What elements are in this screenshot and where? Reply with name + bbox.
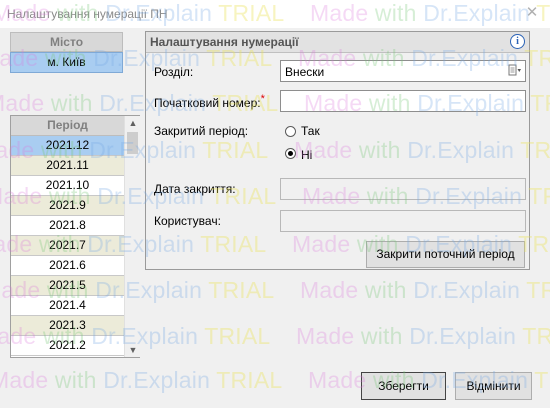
radio-yes[interactable] bbox=[285, 126, 296, 137]
period-row[interactable]: 2021.6 bbox=[11, 256, 124, 276]
period-row[interactable]: 2021.4 bbox=[11, 296, 124, 316]
watermark-word: Dr.Explain bbox=[409, 323, 517, 349]
watermark-word: TRIAL bbox=[202, 277, 275, 303]
user-field bbox=[280, 210, 526, 232]
watermark-word: TRIAL bbox=[526, 277, 550, 303]
section-select-value: Внески bbox=[285, 65, 325, 79]
window-title: Налаштування нумерації ПН bbox=[7, 7, 168, 21]
save-button[interactable]: Зберегти bbox=[361, 372, 446, 400]
period-row[interactable]: 2021.10 bbox=[11, 176, 124, 196]
watermark-word: with bbox=[44, 90, 100, 116]
start-number-label: Початковий номер:* bbox=[154, 93, 265, 110]
watermark-word: Made bbox=[300, 277, 359, 303]
city-row[interactable]: м. Київ bbox=[10, 52, 123, 73]
watermark-word: TRIAL bbox=[198, 323, 271, 349]
closed-period-label: Закритий період: bbox=[154, 124, 249, 138]
cancel-button[interactable]: Відмінити bbox=[455, 372, 532, 400]
panel-header: Налаштування нумерації i bbox=[146, 32, 529, 53]
city-column-header: Місто bbox=[10, 32, 123, 52]
user-label: Користувач: bbox=[154, 214, 221, 228]
watermark-word: TRIAL bbox=[522, 323, 550, 349]
period-row[interactable]: 2021.9 bbox=[11, 196, 124, 216]
period-column-header: Період bbox=[11, 116, 124, 136]
watermark-word: Dr.Explain bbox=[103, 367, 211, 393]
start-number-input[interactable] bbox=[280, 90, 526, 112]
period-list: 2021.12 2021.11 2021.10 2021.9 2021.8 2021.7 2… bbox=[11, 136, 124, 356]
scroll-up-icon[interactable]: ▲ bbox=[125, 116, 141, 130]
watermark-word: Made bbox=[0, 90, 45, 116]
watermark-word: with bbox=[48, 367, 104, 393]
period-scrollbar[interactable]: ▲ ▼ bbox=[124, 116, 140, 357]
watermark-word: with bbox=[358, 277, 414, 303]
close-current-period-button[interactable]: Закрити поточний період bbox=[366, 241, 525, 268]
period-row[interactable]: 2021.8 bbox=[11, 216, 124, 236]
section-label: Розділ: bbox=[154, 65, 194, 79]
radio-no-label: Ні bbox=[301, 148, 313, 162]
required-mark: * bbox=[260, 93, 265, 105]
period-row[interactable]: 2021.3 bbox=[11, 316, 124, 336]
info-icon[interactable]: i bbox=[510, 34, 525, 49]
panel-title: Налаштування нумерації bbox=[150, 35, 299, 49]
watermark-word: Made bbox=[0, 367, 49, 393]
start-number-label-text: Початковий номер: bbox=[154, 96, 261, 110]
dropdown-icon[interactable] bbox=[507, 64, 523, 78]
title-bar: Налаштування нумерації ПН ✕ bbox=[0, 0, 550, 28]
radio-no[interactable] bbox=[285, 148, 296, 159]
watermark-word: Made bbox=[296, 323, 355, 349]
period-row[interactable]: 2021.11 bbox=[11, 156, 124, 176]
watermark-word: TRIAL bbox=[210, 367, 283, 393]
scroll-down-icon[interactable]: ▼ bbox=[125, 343, 141, 357]
watermark-word: Made bbox=[308, 367, 367, 393]
period-row[interactable]: 2021.12 bbox=[11, 136, 124, 156]
watermark-word: Dr.Explain bbox=[413, 277, 521, 303]
period-row[interactable]: 2021.5 bbox=[11, 276, 124, 296]
numbering-settings-panel: Налаштування нумерації i Розділ: Внески … bbox=[145, 31, 530, 270]
close-date-field bbox=[280, 178, 526, 200]
close-icon[interactable]: ✕ bbox=[522, 3, 542, 23]
watermark-line: Made with Dr.Explain TRIAL bbox=[0, 367, 282, 394]
scroll-thumb[interactable] bbox=[127, 132, 138, 154]
watermark-line: Made with Dr.Explain TRIAL bbox=[300, 277, 550, 304]
period-row[interactable]: 2021.7 bbox=[11, 236, 124, 256]
section-select[interactable]: Внески bbox=[280, 60, 526, 82]
watermark-line: Made with Dr.Explain TRIAL bbox=[296, 323, 550, 350]
period-grid: Період 2021.12 2021.11 2021.10 2021.9 2021.8… bbox=[10, 115, 140, 358]
period-row[interactable]: 2021.2 bbox=[11, 336, 124, 356]
close-date-label: Дата закриття: bbox=[154, 182, 236, 196]
radio-yes-label: Так bbox=[301, 124, 320, 138]
watermark-word: with bbox=[354, 323, 410, 349]
